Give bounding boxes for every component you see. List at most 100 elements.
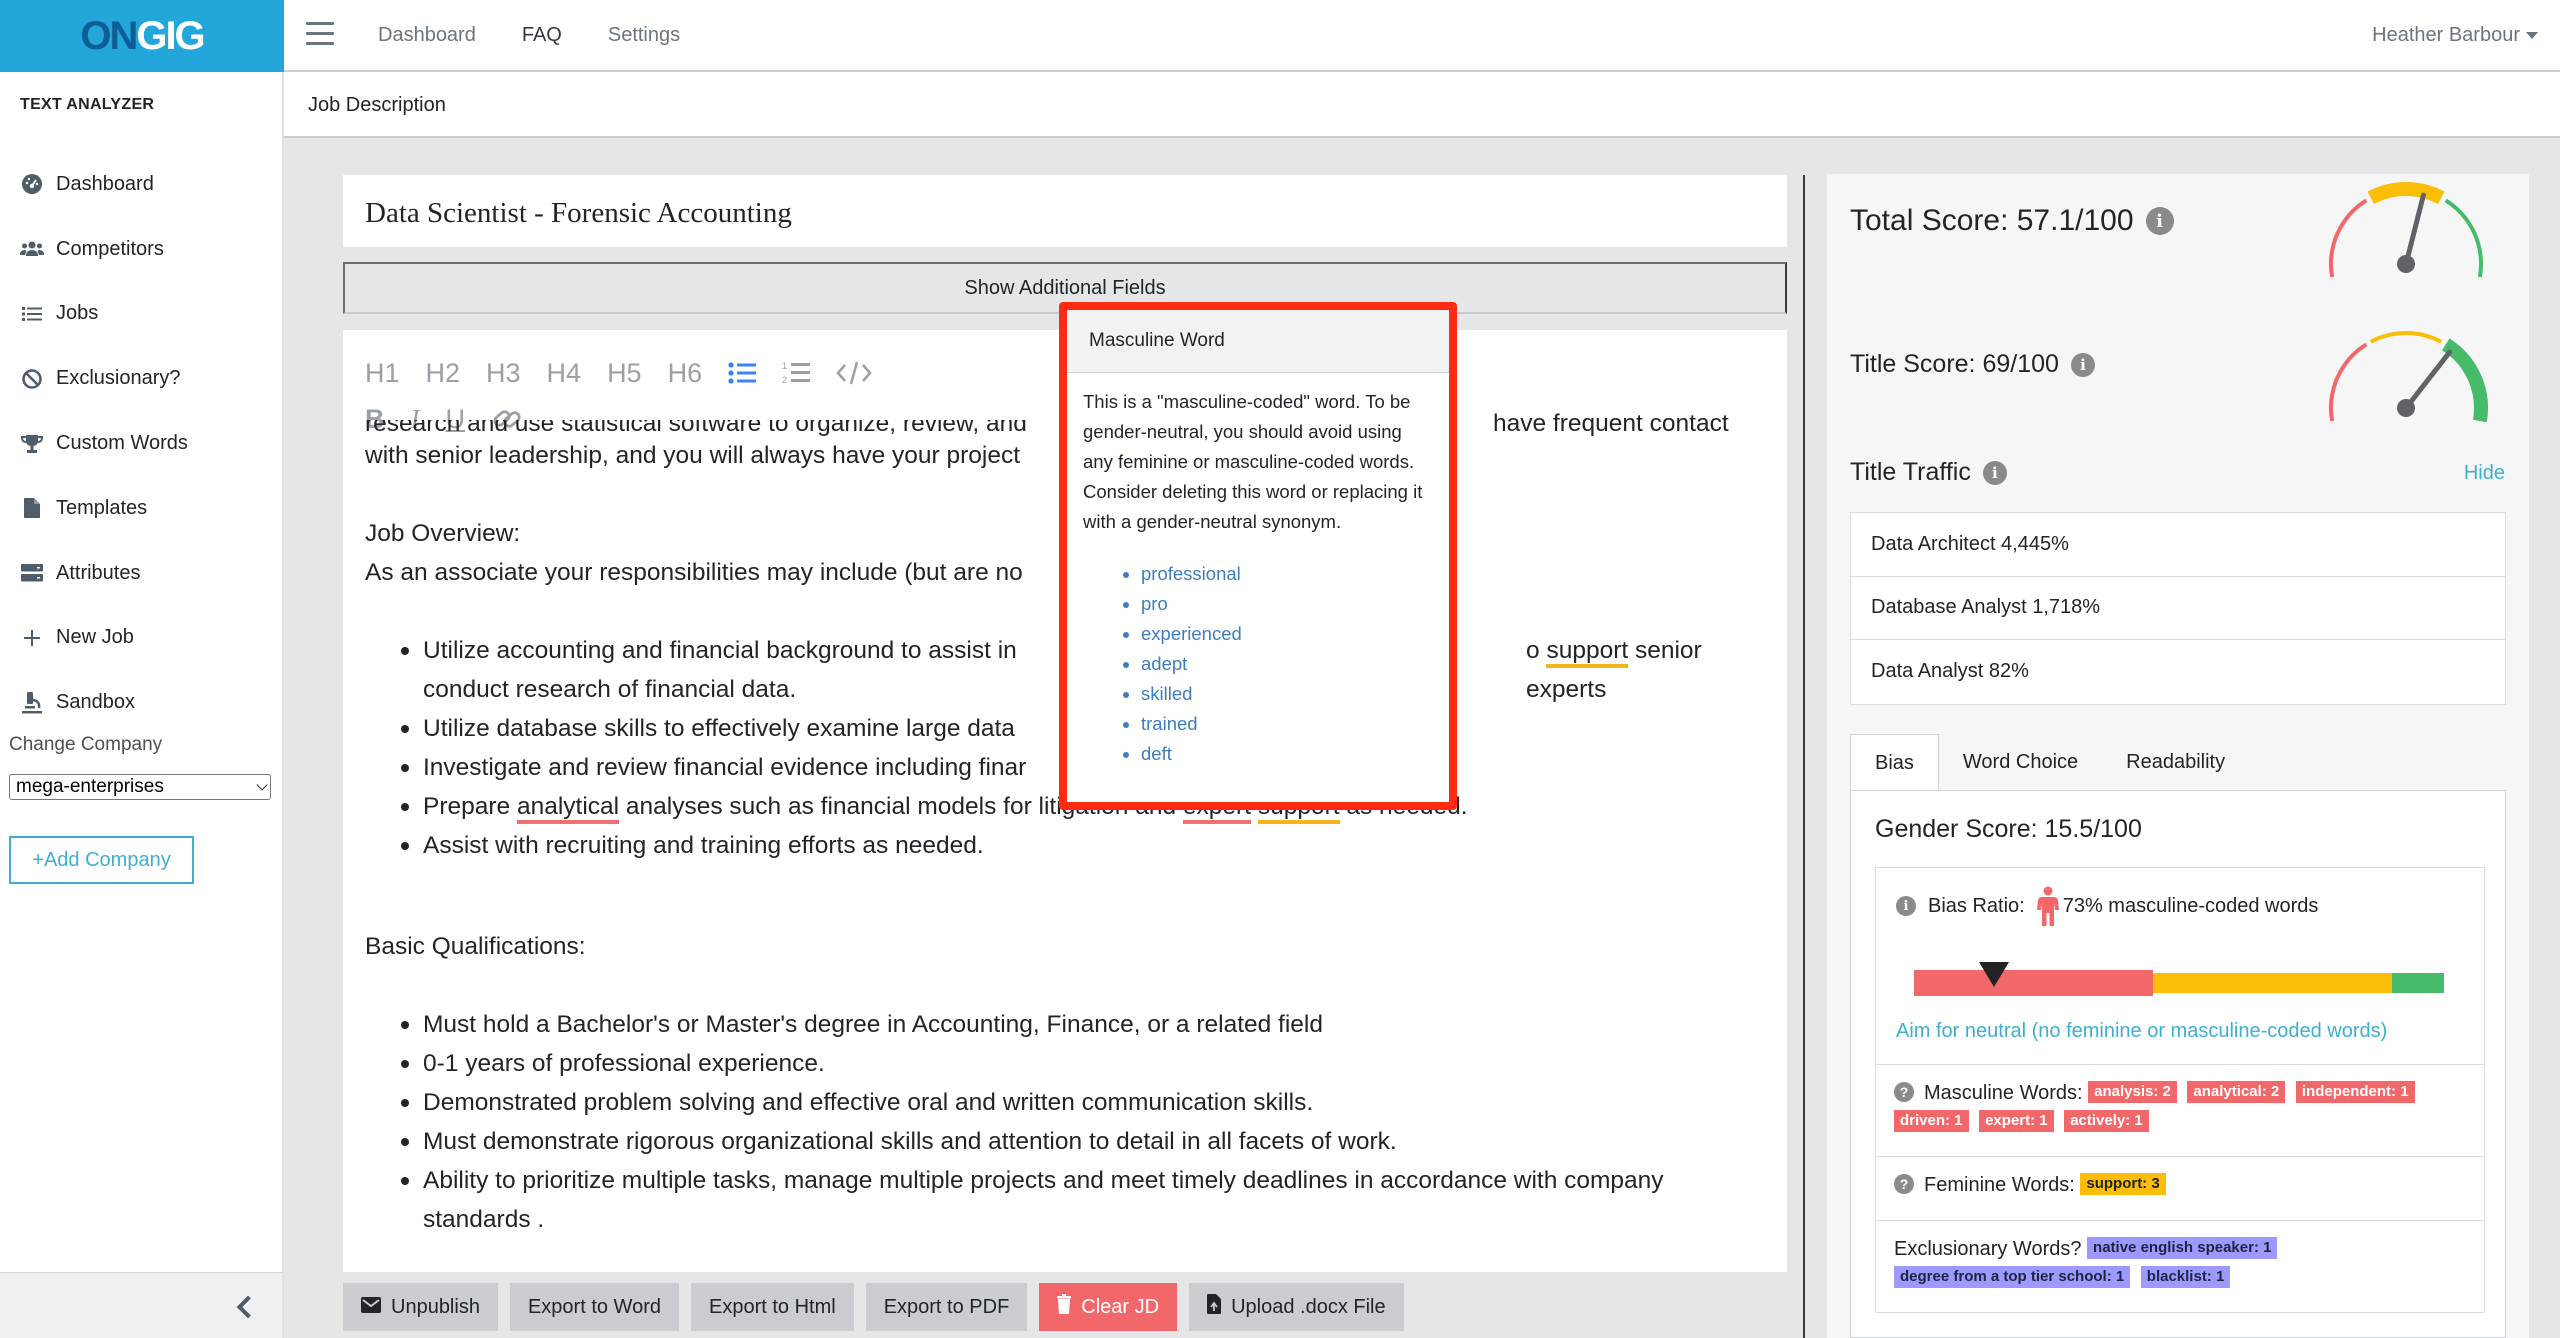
- sidebar-title: TEXT ANALYZER: [20, 96, 155, 113]
- tab-bias[interactable]: Bias: [1850, 734, 1939, 791]
- popover-description: This is a "masculine-coded" word. To be …: [1083, 391, 1423, 532]
- synonym-link[interactable]: adept: [1123, 649, 1433, 679]
- sidebar-nav: Dashboard Competitors Jobs Exclusionary?…: [0, 152, 282, 735]
- aim-for-neutral-link[interactable]: Aim for neutral (no feminine or masculin…: [1896, 1020, 2387, 1043]
- word-tag[interactable]: degree from a top tier school: 1: [1894, 1266, 2131, 1289]
- heading-2-button[interactable]: H2: [426, 358, 461, 389]
- clear-jd-button[interactable]: Clear JD: [1039, 1283, 1178, 1331]
- title-traffic-item[interactable]: Database Analyst 1,718%: [1851, 577, 2505, 641]
- gauge-red-segment: [2329, 198, 2368, 278]
- text-span: Utilize accounting and financial backgro…: [423, 637, 1017, 664]
- panel-divider[interactable]: [1803, 175, 1805, 1338]
- word-tag[interactable]: native english speaker: 1: [2087, 1237, 2278, 1260]
- nav-dashboard[interactable]: Dashboard: [378, 24, 476, 47]
- logo-on-text: ON: [80, 13, 138, 58]
- file-upload-icon: [1207, 1294, 1222, 1320]
- title-traffic-item[interactable]: Data Architect 4,445%: [1851, 513, 2505, 577]
- analysis-tabs: Bias Word Choice Readability: [1850, 734, 2249, 791]
- text-span: o: [1526, 637, 1547, 664]
- info-icon[interactable]: i: [1982, 460, 2007, 485]
- tab-readability[interactable]: Readability: [2102, 734, 2249, 791]
- nav-faq[interactable]: FAQ: [522, 24, 562, 47]
- analysis-panel: Total Score: 57.1/100 i Title Score: 69/…: [1827, 174, 2529, 1338]
- sidebar-item-label: Sandbox: [56, 691, 135, 714]
- question-icon[interactable]: ?: [1894, 1174, 1914, 1195]
- sidebar-item-sandbox[interactable]: Sandbox: [0, 670, 282, 735]
- button-label: Upload .docx File: [1231, 1295, 1386, 1318]
- synonym-link[interactable]: deft: [1123, 739, 1433, 769]
- code-icon[interactable]: [836, 360, 872, 386]
- total-score: Total Score: 57.1/100 i: [1850, 204, 2174, 238]
- sidebar-item-competitors[interactable]: Competitors: [0, 217, 282, 282]
- synonym-link[interactable]: pro: [1123, 589, 1433, 619]
- svg-text:1: 1: [782, 361, 787, 371]
- company-select[interactable]: mega-enterprises: [9, 774, 271, 800]
- sidebar-item-label: Competitors: [56, 237, 164, 260]
- company-select-value: mega-enterprises: [16, 776, 164, 797]
- add-company-button[interactable]: +Add Company: [9, 836, 194, 884]
- basic-qualifications-heading: Basic Qualifications:: [365, 933, 586, 960]
- question-icon[interactable]: ?: [1894, 1082, 1914, 1103]
- unpublish-button[interactable]: Unpublish: [343, 1283, 498, 1331]
- sidebar-item-label: New Job: [56, 626, 134, 649]
- synonym-link[interactable]: experienced: [1123, 619, 1433, 649]
- sidebar-item-label: Jobs: [56, 302, 99, 325]
- tab-word-choice[interactable]: Word Choice: [1939, 734, 2102, 791]
- nav-settings[interactable]: Settings: [608, 24, 680, 47]
- gauge-red-segment: [2329, 342, 2368, 422]
- title-traffic-label: Title Traffic: [1850, 458, 1971, 486]
- logo-gig-text: GIG: [136, 13, 205, 58]
- masculine-words-row: ? Masculine Words: analysis: 2 analytical…: [1876, 1064, 2484, 1156]
- heading-5-button[interactable]: H5: [607, 358, 642, 389]
- male-person-icon: [2036, 886, 2059, 926]
- info-icon[interactable]: i: [2070, 352, 2095, 377]
- heading-6-button[interactable]: H6: [668, 358, 703, 389]
- word-tag[interactable]: analysis: 2: [2088, 1081, 2177, 1104]
- info-icon[interactable]: i: [2145, 207, 2174, 235]
- job-title-input[interactable]: Data Scientist - Forensic Accounting: [343, 175, 1787, 247]
- sidebar-item-exclusionary[interactable]: Exclusionary?: [0, 346, 282, 411]
- sidebar-item-label: Exclusionary?: [56, 367, 181, 390]
- hide-title-traffic-link[interactable]: Hide: [2464, 462, 2505, 485]
- word-tag[interactable]: independent: 1: [2295, 1081, 2415, 1104]
- sidebar-item-dashboard[interactable]: Dashboard: [0, 152, 282, 217]
- sidebar-item-attributes[interactable]: Attributes: [0, 541, 282, 606]
- top-nav: Dashboard FAQ Settings: [378, 0, 680, 70]
- export-to-word-button[interactable]: Export to Word: [509, 1283, 679, 1331]
- feminine-word-highlight[interactable]: support: [1546, 637, 1629, 668]
- heading-3-button[interactable]: H3: [486, 358, 521, 389]
- list-item: Demonstrated problem solving and effecti…: [401, 1083, 1765, 1122]
- word-tag[interactable]: blacklist: 1: [2140, 1266, 2231, 1289]
- collapse-sidebar-chevron-left-icon[interactable]: [234, 1293, 256, 1319]
- sidebar-item-label: Templates: [56, 496, 148, 519]
- synonym-link[interactable]: trained: [1123, 709, 1433, 739]
- numbered-list-icon[interactable]: 12: [782, 360, 811, 386]
- feminine-words-label: Feminine Words:: [1924, 1174, 2075, 1196]
- word-tag[interactable]: expert: 1: [1979, 1110, 2054, 1133]
- ongig-logo[interactable]: ON GIG: [0, 0, 284, 72]
- word-tag[interactable]: analytical: 2: [2187, 1081, 2286, 1104]
- hamburger-menu-icon[interactable]: [306, 22, 334, 46]
- masculine-word-highlight[interactable]: analytical: [516, 793, 620, 824]
- export-to-html-button[interactable]: Export to Html: [690, 1283, 854, 1331]
- sidebar-item-jobs[interactable]: Jobs: [0, 282, 282, 347]
- heading-1-button[interactable]: H1: [365, 358, 400, 389]
- upload-docx-button[interactable]: Upload .docx File: [1189, 1283, 1404, 1331]
- sidebar-item-custom-words[interactable]: Custom Words: [0, 411, 282, 476]
- sidebar-item-templates[interactable]: Templates: [0, 476, 282, 541]
- export-to-pdf-button[interactable]: Export to PDF: [865, 1283, 1028, 1331]
- info-icon[interactable]: i: [1896, 896, 1916, 916]
- sidebar-item-new-job[interactable]: New Job: [0, 606, 282, 671]
- bias-bar-neutral-segment: [2392, 973, 2444, 993]
- synonym-link[interactable]: professional: [1123, 559, 1433, 589]
- bullet-list-icon[interactable]: [728, 361, 757, 385]
- bias-ratio: i Bias Ratio: 73% masculine-coded words: [1896, 886, 2318, 926]
- exclusionary-words-row: Exclusionary Words? native english speak…: [1876, 1220, 2484, 1312]
- title-traffic-item[interactable]: Data Analyst 82%: [1851, 640, 2505, 704]
- word-tag[interactable]: driven: 1: [1894, 1110, 1969, 1133]
- word-tag[interactable]: actively: 1: [2064, 1110, 2149, 1133]
- user-menu[interactable]: Heather Barbour: [2372, 0, 2538, 70]
- word-tag[interactable]: support: 3: [2080, 1173, 2166, 1196]
- synonym-link[interactable]: skilled: [1123, 679, 1433, 709]
- heading-4-button[interactable]: H4: [547, 358, 582, 389]
